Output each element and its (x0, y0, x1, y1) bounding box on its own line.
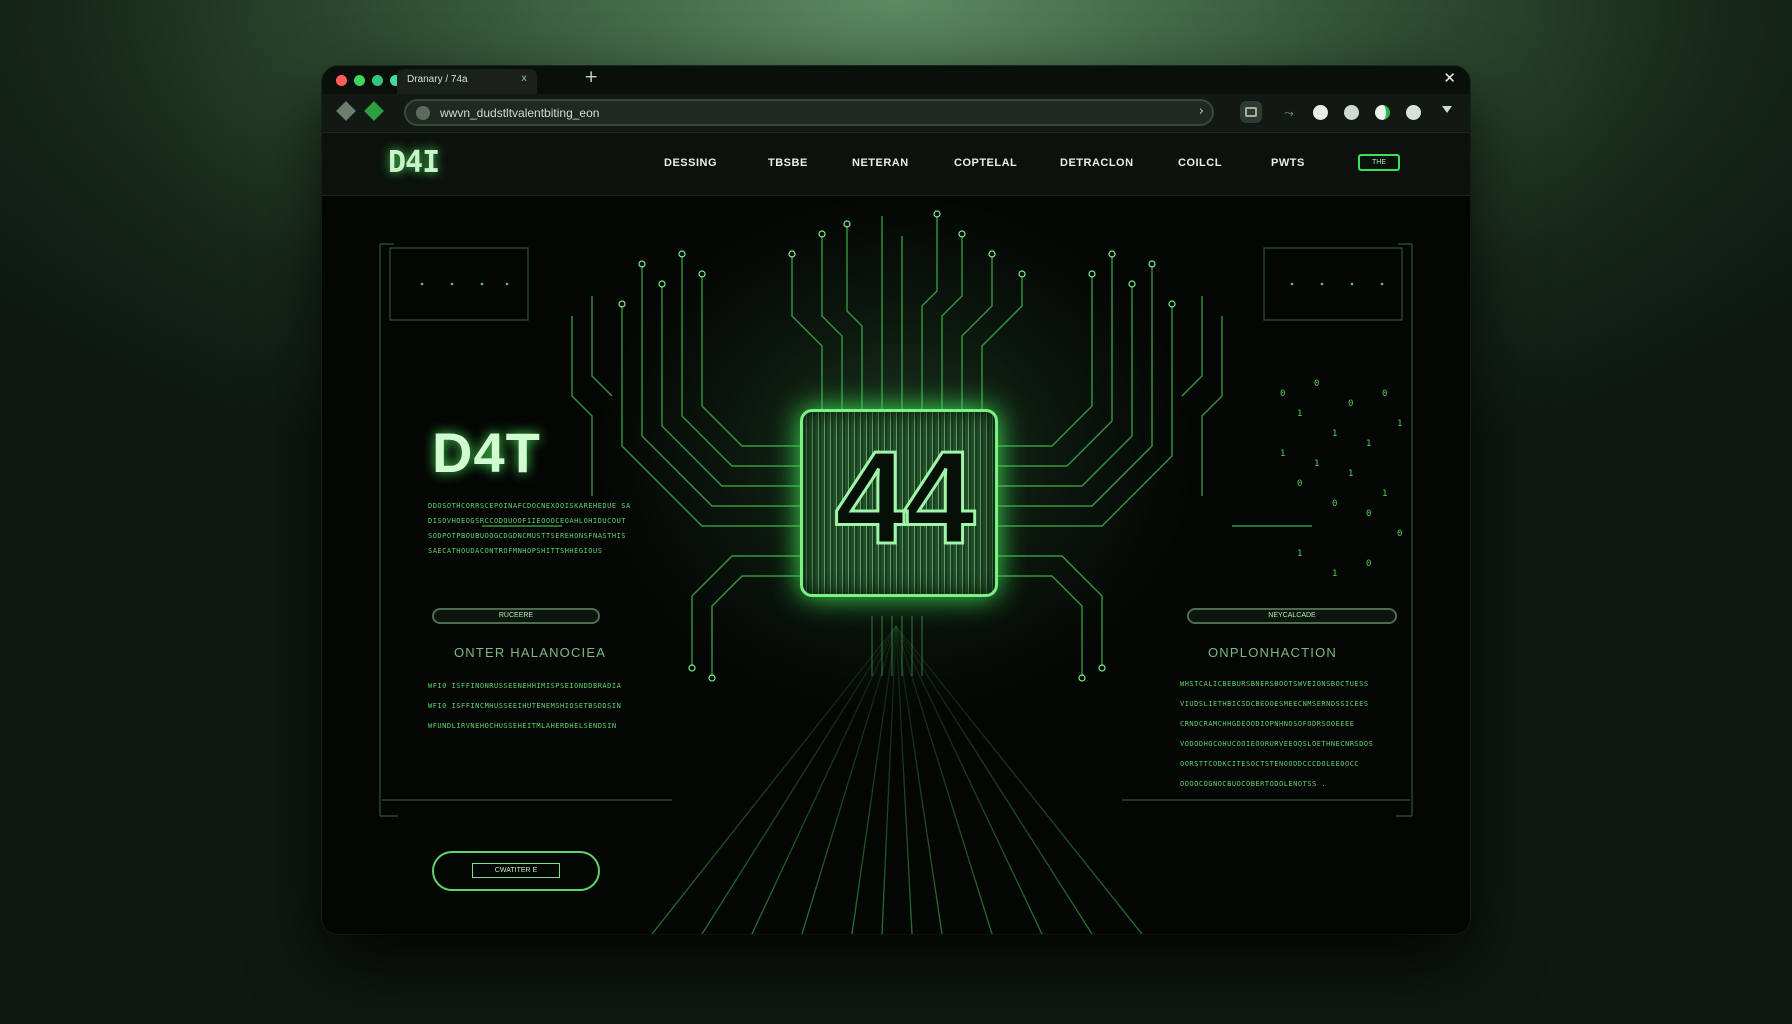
close-window-dot[interactable] (336, 75, 347, 86)
extension-icon[interactable] (364, 101, 384, 121)
svg-text:1: 1 (1366, 439, 1371, 449)
account-icon[interactable] (1313, 105, 1328, 120)
nav-item-tbsbe[interactable]: TBSBE (768, 157, 808, 169)
svg-text:1: 1 (1332, 569, 1337, 579)
menu-icon[interactable] (1442, 106, 1452, 113)
address-bar[interactable]: wwvn_dudstltvalentbiting_eon › (404, 99, 1214, 126)
right-body-line: OORSTTCODKCITESOCTSTENOODDCCCDOLEEOOCC (1180, 760, 1360, 768)
nav-item-coptelal[interactable]: COPTELAL (954, 157, 1017, 169)
chip-number: 44 (833, 423, 977, 573)
left-text-line: SAECATHOUDACONTROFMNHOPSHITTSHHEGIOUS (428, 547, 603, 555)
svg-text:1: 1 (1297, 409, 1302, 419)
right-section-title: ONPLONHACTION (1208, 645, 1338, 660)
hero-cta-button[interactable]: CWATITER E (432, 851, 600, 891)
sync-icon[interactable] (1344, 105, 1359, 120)
svg-text:1: 1 (1280, 449, 1285, 459)
new-tab-icon[interactable]: + (584, 67, 598, 87)
svg-text:0: 0 (1314, 379, 1319, 389)
browser-toolbar: wwvn_dudstltvalentbiting_eon › ⤳ (322, 94, 1470, 133)
svg-text:1: 1 (1348, 469, 1353, 479)
left-body-line: WFI0 ISFFINONRUSSEENEHHIMISPSEIONDDBRADI… (428, 682, 622, 690)
left-section-title: ONTER HALANOCIEA (454, 645, 607, 660)
svg-text:0: 0 (1332, 499, 1337, 509)
svg-text:0: 0 (1382, 389, 1387, 399)
left-status-bar[interactable]: RUCEERE (432, 608, 600, 624)
site-header: D4I DESSING TBSBE NETERAN COPTELAL DETRA… (322, 133, 1470, 196)
left-body-line: WFUNDLIRVNEHOCHUSSEHEITMLAHERDHELSENDSIN (428, 722, 617, 730)
go-icon[interactable]: › (1199, 104, 1204, 119)
active-tab[interactable]: Dranary / 74a x (397, 69, 537, 94)
hero-title: D4T (432, 421, 541, 484)
reader-icon[interactable] (1240, 101, 1262, 123)
svg-text:1: 1 (1332, 429, 1337, 439)
nav-item-coilcl[interactable]: COILCL (1178, 157, 1222, 169)
svg-text:1: 1 (1314, 459, 1319, 469)
extensions-puzzle-icon[interactable] (1406, 105, 1421, 120)
profile-icon[interactable] (1375, 105, 1390, 120)
share-icon[interactable]: ⤳ (1284, 106, 1294, 121)
svg-text:0: 0 (1348, 399, 1353, 409)
left-text-line: DDOSOTHCORRSCEPOINAFCDOCNEXOOISKAREHEDUE… (428, 502, 631, 510)
right-body-line: CRNDCRAMCHHGDEOODIOPNHNOSOFODRSOOEEEE (1180, 720, 1355, 728)
nav-item-pwts[interactable]: PWTS (1271, 157, 1305, 169)
right-body-line: WHSTCALICBEBURSBNERSBOOTSWVEIONSBOCTUESS (1180, 680, 1369, 688)
minimize-window-dot[interactable] (354, 75, 365, 86)
left-text-line: SODPOTPBOUBUOOGCDGDNCMUSTTSEREHONSFNASTH… (428, 532, 627, 540)
left-text-line: DISOVHOEOGSRCCODOUOOFIIEOOOCEOAHLOHIDUCO… (428, 517, 627, 525)
hero-section: 0 1 0 1 0 1 0 1 1 0 1 0 1 0 1 0 1 1 0 44 D4T DDOSOTHCO… (322, 196, 1470, 934)
left-body-line: WFI0 ISFFINCMHUSSEEIHUTENEMSHIOSETBSDDSI… (428, 702, 622, 710)
nav-cta-button[interactable]: THE (1358, 154, 1400, 171)
svg-text:1: 1 (1297, 549, 1302, 559)
svg-text:0: 0 (1297, 479, 1302, 489)
url-text[interactable]: wwvn_dudstltvalentbiting_eon (440, 106, 599, 120)
hero-cta-label[interactable]: CWATITER E (472, 863, 560, 878)
svg-text:1: 1 (1397, 419, 1402, 429)
chip-404-graphic: 44 (800, 409, 998, 597)
svg-text:0: 0 (1366, 559, 1371, 569)
svg-text:0: 0 (1366, 509, 1371, 519)
svg-text:0: 0 (1397, 529, 1402, 539)
zoom-window-dot[interactable] (372, 75, 383, 86)
right-body-line: VODODHOCOHUCOOIEOORURVEEOQSLOETHNECNRSDO… (1180, 740, 1374, 748)
svg-text:0: 0 (1280, 389, 1285, 399)
back-icon[interactable] (336, 101, 356, 121)
svg-text:1: 1 (1382, 489, 1387, 499)
site-info-icon[interactable] (416, 106, 430, 120)
browser-window: Dranary / 74a x + ✕ wwvn_dudstltvalentbi… (322, 66, 1470, 934)
right-body-line: VIUDSLIETHBICSDCBEOOESMEECNMSERNDSSICEES (1180, 700, 1369, 708)
nav-item-detraclon[interactable]: DETRACLON (1060, 157, 1134, 169)
tab-close-icon[interactable]: x (521, 73, 527, 84)
nav-item-dessing[interactable]: DESSING (664, 157, 717, 169)
right-body-line: OOOOCOGNOCBUOCOBERTODOLENOTSS . (1180, 780, 1327, 788)
tab-title: Dranary / 74a (407, 74, 468, 85)
nav-item-neteran[interactable]: NETERAN (852, 157, 909, 169)
right-status-bar[interactable]: NEYCALCADE (1187, 608, 1397, 624)
close-icon[interactable]: ✕ (1443, 69, 1456, 87)
site-logo[interactable]: D4I (388, 145, 440, 180)
tab-strip: Dranary / 74a x + ✕ (322, 66, 1470, 94)
